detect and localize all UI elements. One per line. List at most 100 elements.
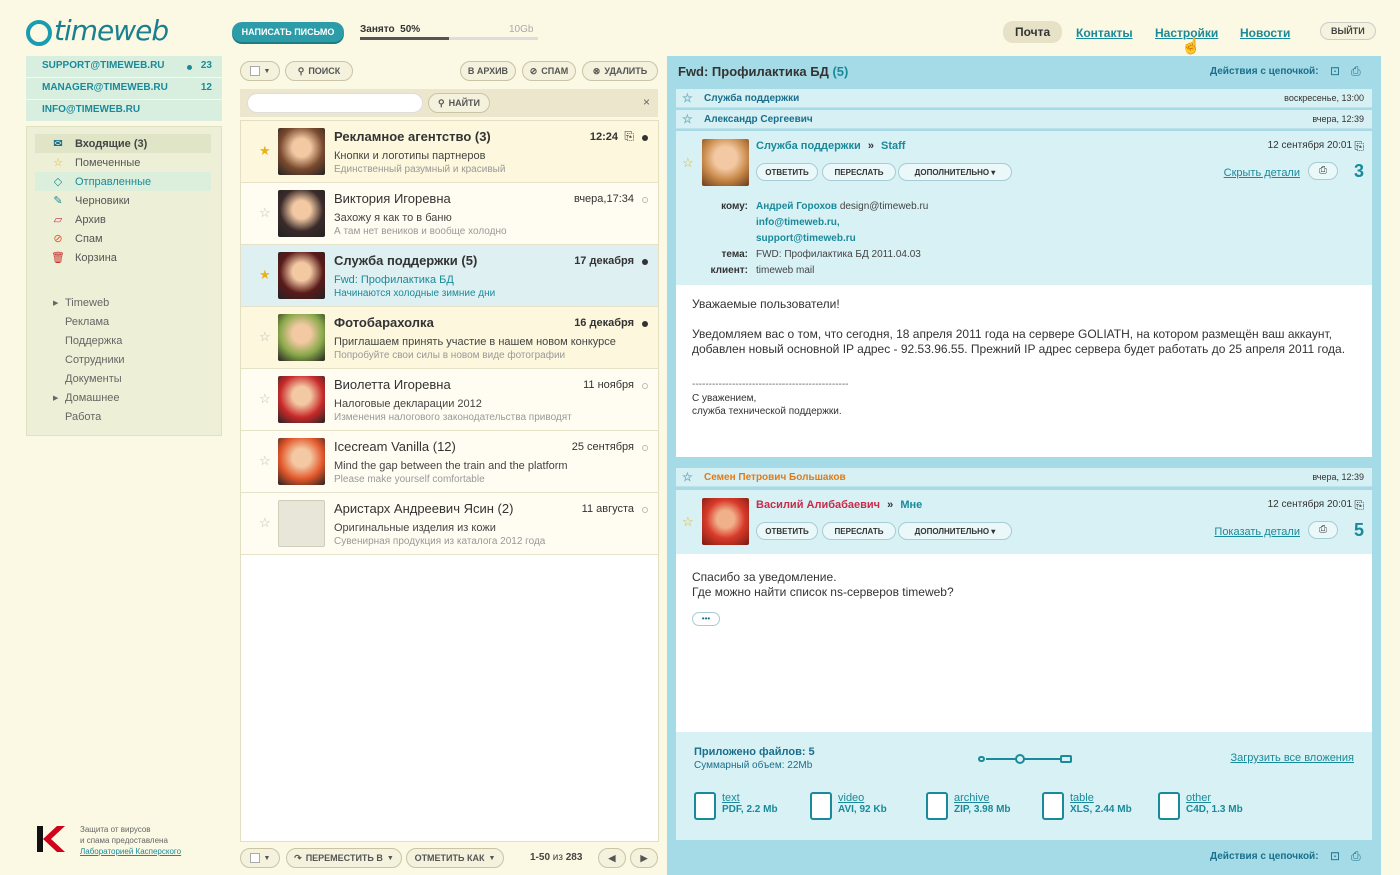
next-page-button[interactable]: ▶ [630,848,658,868]
folder-item[interactable]: ◇ Отправленные [35,172,211,191]
label-item[interactable]: Документы [27,369,221,388]
kaspersky-link[interactable]: Лабораторией Касперского [80,847,181,856]
sender[interactable]: Василий Алибабаевич » Мне [756,499,922,511]
forward-button[interactable]: ПЕРЕСЛАТЬ [822,522,896,540]
reply-button[interactable]: ОТВЕТИТЬ [756,522,818,540]
logout-button[interactable]: ВЫЙТИ [1320,22,1376,40]
collapsed-message[interactable]: ☆ Служба поддержки воскресенье, 13:00 [676,89,1372,108]
spam-button[interactable]: ⊘ СПАМ [522,61,576,81]
account-item[interactable]: SUPPORT@TIMEWEB.RU 23 [26,56,222,78]
message-row[interactable]: ☆ Icecream Vanilla (12) Mind the gap betwe… [241,431,658,493]
select-all-checkbox-bottom[interactable]: ▼ [240,848,280,868]
file-name[interactable]: table [1070,792,1132,804]
show-details-link[interactable]: Показать детали [1214,526,1300,538]
star-icon[interactable]: ☆ [682,514,694,530]
forward-button[interactable]: ПЕРЕСЛАТЬ [822,163,896,181]
attachment-file[interactable]: table XLS, 2.44 Mb [1042,792,1132,820]
thread-actions-bottom[interactable]: Действия с цепочкой: [1210,851,1319,862]
move-to-button[interactable]: ↷ ПЕРЕМЕСТИТЬ В ▼ [286,848,402,868]
expand-arrow-icon[interactable]: ▶ [53,394,58,402]
star-icon[interactable]: ☆ [259,515,271,531]
read-status-dot[interactable] [642,445,648,451]
thread-archive-icon[interactable]: ⊡ [1330,849,1340,863]
folder-item[interactable]: 🗑 Корзина [35,248,211,267]
file-name[interactable]: video [838,792,887,804]
star-icon[interactable]: ☆ [259,453,271,469]
logo[interactable]: timeweb [26,14,169,47]
star-icon[interactable]: ☆ [682,91,693,105]
print-icon[interactable]: ⎙ [1308,521,1338,539]
attachment-file[interactable]: archive ZIP, 3.98 Mb [926,792,1011,820]
read-status-dot[interactable] [642,383,648,389]
folder-item[interactable]: ☆ Помеченные [35,153,211,172]
message-row[interactable]: ☆ Виктория Игоревна Захожу я как то в баню… [241,183,658,245]
mark-as-button[interactable]: ОТМЕТИТЬ КАК ▼ [406,848,504,868]
read-status-dot[interactable] [642,321,648,327]
label-item[interactable]: Сотрудники [27,350,221,369]
star-icon[interactable]: ☆ [259,329,271,345]
expand-arrow-icon[interactable]: ▶ [53,299,58,307]
thread-print-icon[interactable]: ⎙ [1351,64,1361,79]
compose-button[interactable]: НАПИСАТЬ ПИСЬМО [232,22,344,42]
file-name[interactable]: archive [954,792,1011,804]
attachment-file[interactable]: text PDF, 2.2 Mb [694,792,778,820]
label-text: Поддержка [65,334,123,347]
thread-print-icon[interactable]: ⎙ [1351,849,1361,864]
collapsed-message[interactable]: ☆ Александр Сергеевич вчера, 12:39 [676,110,1372,129]
star-icon[interactable]: ☆ [682,112,693,126]
message-row[interactable]: ☆ Аристарх Андреевич Ясин (2) Оригинальные… [241,493,658,555]
message-row[interactable]: ☆ Виолетта Игоревна Налоговые декларации 2… [241,369,658,431]
attachment-file[interactable]: other C4D, 1.3 Mb [1158,792,1243,820]
reply-button[interactable]: ОТВЕТИТЬ [756,163,818,181]
star-icon[interactable]: ★ [259,267,271,283]
print-icon[interactable]: ⎙ [1308,162,1338,180]
select-all-checkbox[interactable]: ▼ [240,61,280,81]
archive-button[interactable]: В АРХИВ [460,61,516,81]
star-icon[interactable]: ☆ [682,155,694,171]
folder-item[interactable]: ✎ Черновики [35,191,211,210]
collapsed-message[interactable]: ☆ Семен Петрович Большаков вчера, 12:39 [676,468,1372,487]
prev-page-button[interactable]: ◀ [598,848,626,868]
thread-actions[interactable]: Действия с цепочкой: [1210,66,1319,77]
read-status-dot[interactable] [642,197,648,203]
zoom-slider[interactable] [978,754,1072,764]
nav-news[interactable]: Новости [1240,26,1290,40]
folder-item[interactable]: ✉ Входящие (3) [35,134,211,153]
label-item[interactable]: Поддержка [27,331,221,350]
account-item[interactable]: INFO@TIMEWEB.RU [26,100,222,122]
star-icon[interactable]: ☆ [259,391,271,407]
hide-details-link[interactable]: Скрыть детали [1224,167,1300,179]
close-search-icon[interactable]: × [643,95,650,109]
message-row[interactable]: ★ Рекламное агентство (3) Кнопки и логотип… [241,121,658,183]
star-icon[interactable]: ★ [259,143,271,159]
delete-button[interactable]: ⊗ УДАЛИТЬ [582,61,658,81]
label-item[interactable]: ▶ Timeweb [27,293,221,312]
file-name[interactable]: text [722,792,778,804]
folder-item[interactable]: ⊘ Спам [35,229,211,248]
label-item[interactable]: Работа [27,407,221,426]
file-name[interactable]: other [1186,792,1243,804]
nav-contacts[interactable]: Контакты [1076,26,1133,40]
more-button[interactable]: ДОПОЛНИТЕЛЬНО ▾ [898,522,1012,540]
label-item[interactable]: ▶ Домашнее [27,388,221,407]
read-status-dot[interactable] [642,259,648,265]
message-row[interactable]: ★ Служба поддержки (5) Fwd: Профилактика Б… [241,245,658,307]
message-row[interactable]: ☆ Фотобарахолка Приглашаем принять участие… [241,307,658,369]
more-button[interactable]: ДОПОЛНИТЕЛЬНО ▾ [898,163,1012,181]
folder-item[interactable]: ▱ Архив [35,210,211,229]
star-icon[interactable]: ☆ [259,205,271,221]
account-item[interactable]: MANAGER@TIMEWEB.RU 12 [26,78,222,100]
star-icon[interactable]: ☆ [682,470,693,484]
search-input[interactable] [247,93,423,113]
thread-archive-icon[interactable]: ⊡ [1330,64,1340,78]
sender[interactable]: Служба поддержки » Staff [756,140,905,152]
show-quoted-button[interactable]: ••• [692,612,720,626]
download-all-link[interactable]: Загрузить все вложения [1231,752,1354,764]
attachment-file[interactable]: video AVI, 92 Kb [810,792,887,820]
read-status-dot[interactable] [642,135,648,141]
nav-mail[interactable]: Почта [1003,21,1063,43]
label-item[interactable]: Реклама [27,312,221,331]
find-button[interactable]: ⚲ НАЙТИ [428,93,490,113]
search-button[interactable]: ⚲ ПОИСК [285,61,353,81]
read-status-dot[interactable] [642,507,648,513]
